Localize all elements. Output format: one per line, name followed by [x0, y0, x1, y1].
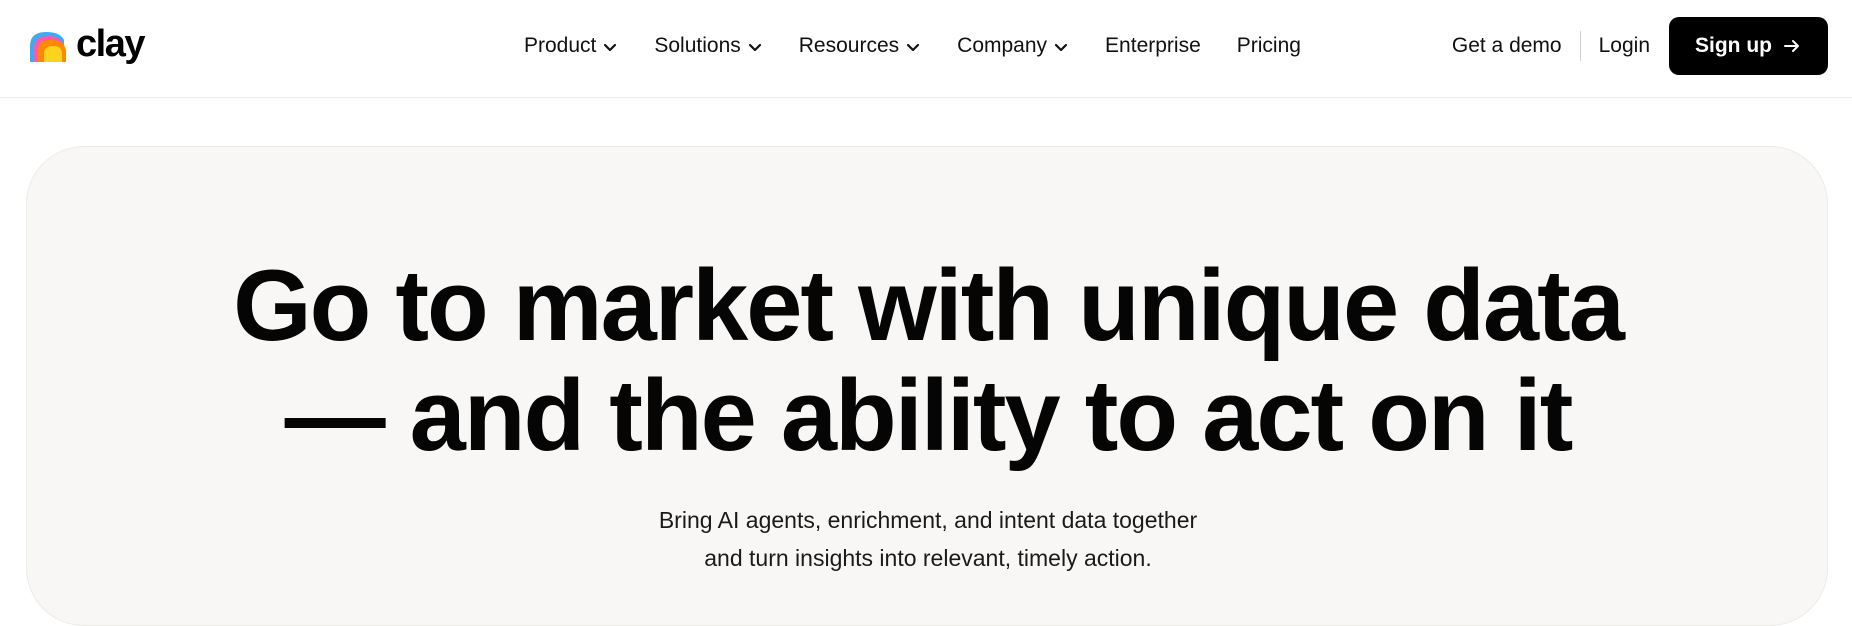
- sign-up-button[interactable]: Sign up: [1669, 17, 1828, 75]
- hero-title: Go to market with unique data — and the …: [27, 251, 1829, 471]
- chevron-down-icon: [907, 43, 920, 52]
- header-actions: Get a demo Login Sign up: [1452, 17, 1828, 75]
- chevron-down-icon: [1054, 43, 1068, 52]
- nav-item-label: Pricing: [1236, 34, 1301, 57]
- nav-item-solutions[interactable]: Solutions: [654, 34, 762, 58]
- nav-item-pricing[interactable]: Pricing: [1237, 34, 1301, 58]
- clay-logo[interactable]: clay: [26, 23, 145, 66]
- hero-title-line-2: — and the ability to act on it: [284, 360, 1574, 472]
- nav-item-label: Resources: [798, 34, 900, 57]
- nav-item-resources[interactable]: Resources: [799, 34, 921, 58]
- main-nav: Product Solutions Resources Company Ente…: [524, 30, 1301, 62]
- nav-item-label: Solutions: [654, 34, 741, 57]
- nav-item-product[interactable]: Product: [524, 34, 618, 58]
- login-link[interactable]: Login: [1581, 34, 1669, 58]
- hero-title-line-1: Go to market with unique data: [233, 250, 1625, 362]
- chevron-down-icon: [604, 43, 617, 52]
- chevron-down-icon: [748, 43, 761, 52]
- hero-subtitle-line-2: and turn insights into relevant, timely …: [704, 545, 1152, 571]
- nav-item-company[interactable]: Company: [957, 34, 1069, 58]
- nav-item-label: Company: [957, 34, 1048, 57]
- hero-subtitle-line-1: Bring AI agents, enrichment, and intent …: [658, 507, 1198, 533]
- arrow-right-icon: [1784, 40, 1799, 52]
- clay-logo-icon: [30, 32, 66, 62]
- sign-up-label: Sign up: [1695, 34, 1772, 57]
- top-navigation-bar: clay Product Solutions Resources Company…: [0, 0, 1852, 98]
- brand-name: clay: [76, 23, 145, 65]
- nav-item-label: Enterprise: [1105, 34, 1201, 57]
- nav-item-enterprise[interactable]: Enterprise: [1105, 34, 1201, 58]
- hero-subtitle: Bring AI agents, enrichment, and intent …: [27, 501, 1829, 577]
- hero-section: Go to market with unique data — and the …: [26, 146, 1828, 626]
- get-a-demo-link[interactable]: Get a demo: [1452, 34, 1580, 58]
- nav-item-label: Product: [524, 34, 597, 57]
